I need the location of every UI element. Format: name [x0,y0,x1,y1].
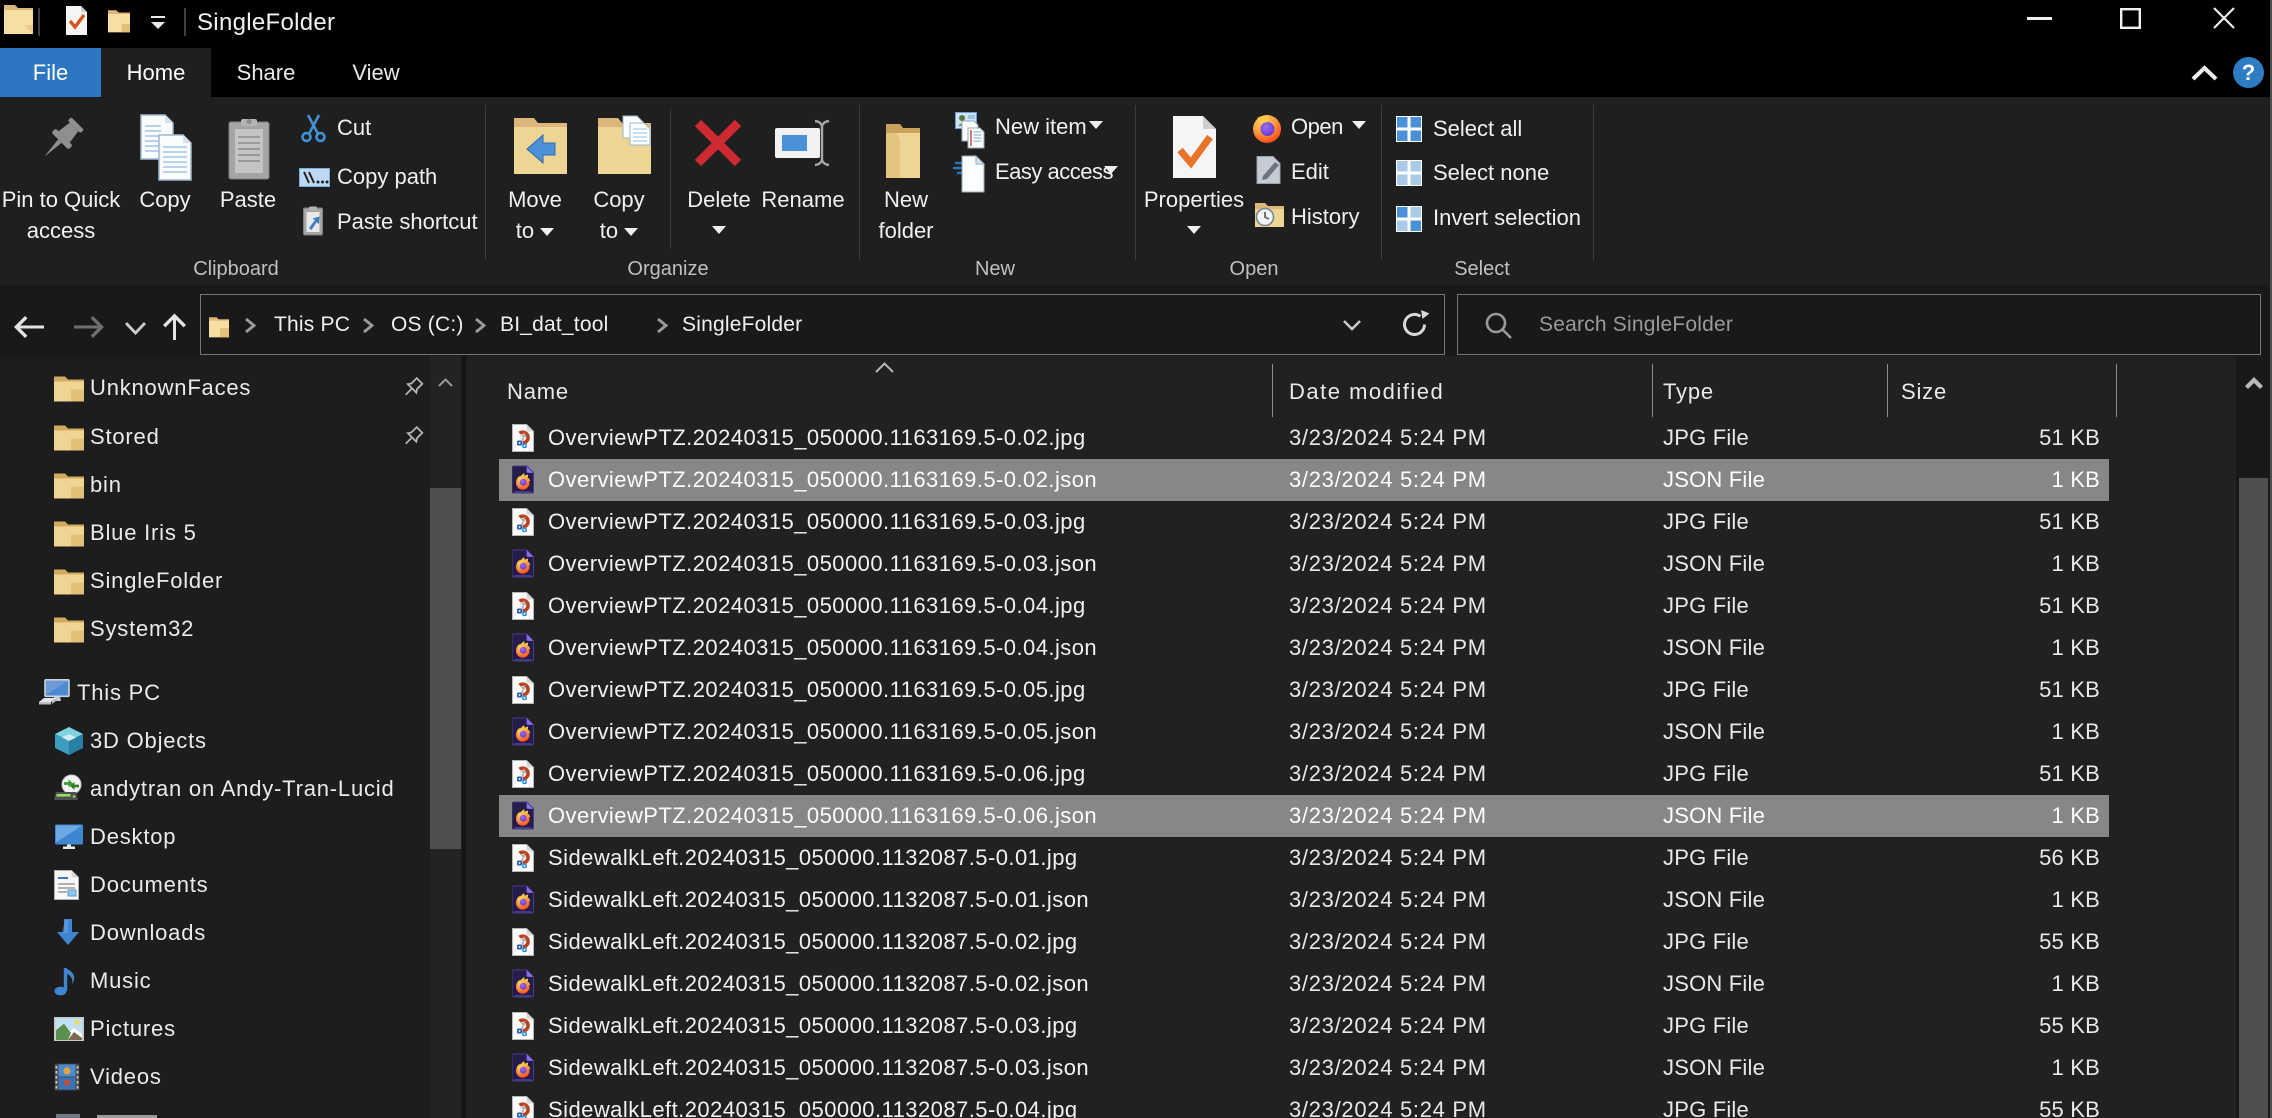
svg-text:?: ? [2242,60,2255,85]
